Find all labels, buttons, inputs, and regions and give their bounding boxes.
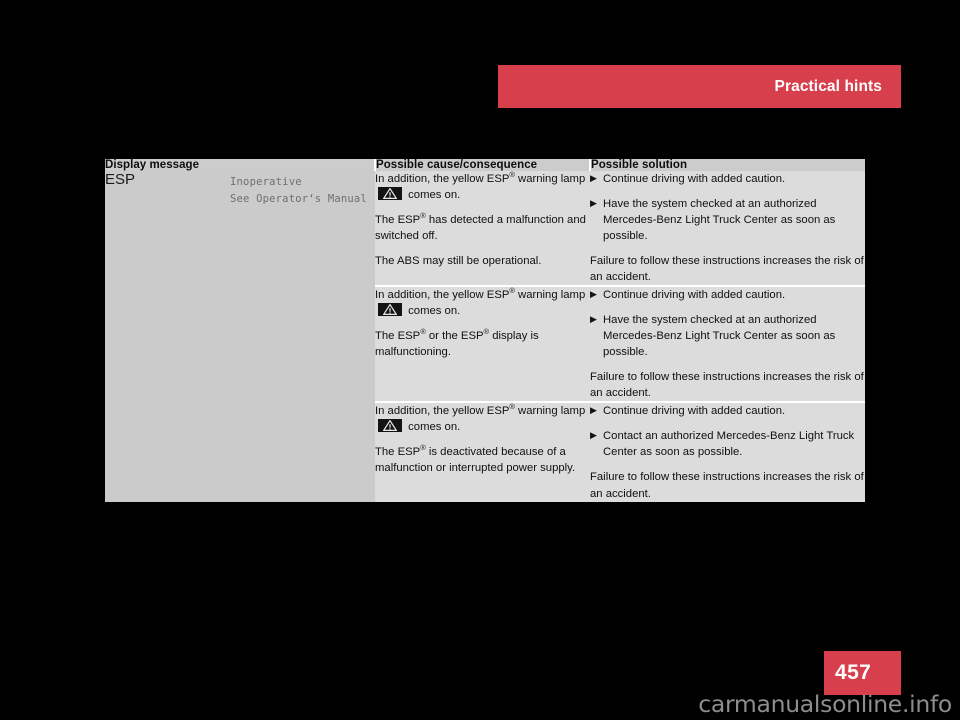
solution-bullet: ▶ Contact an authorized Mercedes-Benz Li…: [590, 428, 865, 460]
table-header-row: Display message Possible cause/consequen…: [105, 159, 865, 171]
solution-warning-note: Failure to follow these instructions inc…: [590, 371, 864, 400]
warning-triangle-lamp-icon: [378, 419, 402, 433]
possible-cause-cell: In addition, the yellow ESP® warning lam…: [375, 171, 590, 287]
solution-warning-note: Failure to follow these instructions inc…: [590, 471, 864, 500]
cause-paragraph-lamp: In addition, the yellow ESP® warning lam…: [375, 287, 590, 319]
column-header-possible-cause: Possible cause/consequence: [374, 159, 590, 171]
solution-bullet: ▶ Have the system checked at an authoriz…: [590, 196, 865, 244]
possible-solution-cell: ▶ Continue driving with added caution. ▶…: [590, 401, 865, 502]
display-message-screen-text: Inoperative See Operator‘s Manual: [230, 176, 367, 205]
cause-text-before: In addition, the yellow ESP: [375, 405, 510, 418]
display-message-table: Display message Possible cause/consequen…: [105, 159, 865, 502]
triangle-bullet-icon: ▶: [590, 289, 597, 300]
page-number: 457: [835, 661, 872, 684]
practical-hints-header-banner: Practical hints: [498, 65, 901, 108]
solution-bullet-text: Contact an authorized Mercedes-Benz Ligh…: [603, 430, 855, 459]
solution-bullet-text: Have the system checked at an authorized…: [603, 198, 836, 243]
display-message-code: ESP: [105, 171, 136, 188]
solution-bullet-text: Continue driving with added caution.: [603, 405, 786, 418]
solution-warning-note: Failure to follow these instructions inc…: [590, 255, 864, 284]
triangle-bullet-icon: ▶: [590, 173, 597, 183]
cause-text-after: comes on.: [405, 189, 461, 202]
triangle-bullet-icon: ▶: [590, 430, 597, 441]
triangle-bullet-icon: ▶: [590, 198, 597, 209]
cause-paragraph-abs: The ABS may still be operational.: [375, 255, 542, 268]
warning-triangle-lamp-icon: [378, 303, 402, 317]
cause-paragraph-lamp: In addition, the yellow ESP® warning lam…: [375, 403, 590, 435]
column-header-display-message: Display message: [105, 159, 375, 171]
cause-text-esp: The ESP: [375, 446, 421, 459]
cause-text-mid: warning lamp: [514, 289, 586, 302]
possible-cause-cell: In addition, the yellow ESP® warning lam…: [375, 285, 590, 403]
display-message-cell: ESP Inoperative See Operator‘s Manual: [105, 171, 375, 502]
possible-solution-cell: ▶ Continue driving with added caution. ▶…: [590, 171, 865, 287]
site-watermark: carmanualsonline.info: [698, 690, 952, 718]
cause-paragraph-lamp: In addition, the yellow ESP® warning lam…: [375, 171, 590, 203]
column-header-possible-solution: Possible solution: [589, 159, 865, 171]
table-row: ESP Inoperative See Operator‘s Manual In…: [105, 171, 865, 502]
solution-bullet: ▶ Have the system checked at an authoriz…: [590, 312, 865, 360]
display-message-table-container: Display message Possible cause/consequen…: [105, 159, 865, 502]
cause-text-esp2: or the ESP: [425, 330, 484, 343]
cause-text-after: comes on.: [405, 421, 461, 434]
solution-bullet-text: Continue driving with added caution.: [603, 289, 786, 302]
solution-bullet: ▶ Continue driving with added caution.: [590, 287, 865, 303]
triangle-bullet-icon: ▶: [590, 314, 597, 325]
cause-text-mid: warning lamp: [514, 173, 586, 185]
solution-bullet: ▶ Continue driving with added caution.: [590, 403, 865, 419]
cause-text-before: In addition, the yellow ESP: [375, 173, 510, 185]
solution-bullet: ▶ Continue driving with added caution.: [590, 171, 865, 187]
cause-paragraph-malfunction: The ESP® has detected a malfunc­tion and…: [375, 212, 590, 244]
cause-text-esp: The ESP: [375, 330, 421, 343]
possible-cause-cell: In addition, the yellow ESP® warning lam…: [375, 401, 590, 502]
triangle-bullet-icon: ▶: [590, 405, 597, 416]
cause-paragraph-deactivated: The ESP® is deactivated because of a mal…: [375, 444, 590, 476]
cause-text-after: comes on.: [405, 305, 461, 318]
cause-text-esp: The ESP: [375, 214, 421, 227]
solution-bullet-text: Have the system checked at an authorized…: [603, 314, 836, 359]
cause-text-mid: warning lamp: [514, 405, 586, 418]
warning-triangle-lamp-icon: [378, 187, 402, 201]
solution-bullet-text: Continue driving with added caution.: [603, 173, 786, 185]
cause-text-before: In addition, the yellow ESP: [375, 289, 510, 302]
page-title: Practical hints: [774, 77, 882, 95]
cause-paragraph-display: The ESP® or the ESP® display is malfunct…: [375, 328, 590, 360]
possible-solution-cell: ▶ Continue driving with added caution. ▶…: [590, 285, 865, 403]
page-number-badge: 457: [824, 651, 901, 695]
